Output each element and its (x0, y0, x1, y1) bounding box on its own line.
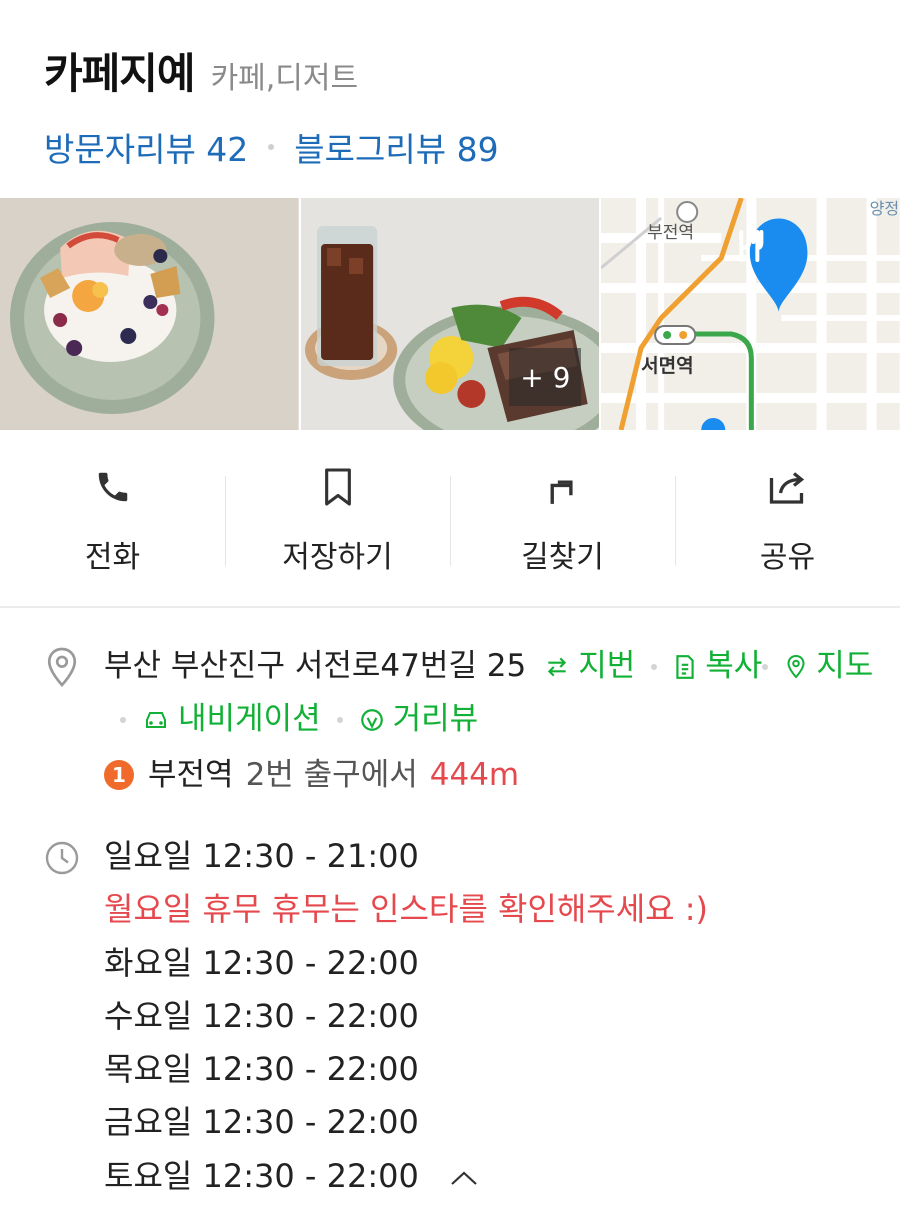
car-icon (146, 711, 166, 728)
separator-dot (651, 663, 658, 670)
subway-info: 1 부전역 2번 출구에서 444m (104, 746, 884, 804)
phone-icon (91, 466, 135, 508)
action-bar: 전화 저장하기 길찾기 공유 (0, 466, 900, 576)
address-text: 부산 부산진구 서전로47번길 25 (104, 648, 527, 684)
photo-map-thumbnail[interactable]: 부전역 서면역 양정 (601, 198, 900, 430)
street-view-label: 거리뷰 (392, 701, 479, 737)
map-label-yangjeong: 양정 (870, 199, 899, 218)
hours-sunday: 일요일 12:30 - 21:00 (104, 837, 419, 875)
chevron-up-icon[interactable] (449, 1151, 479, 1204)
call-label: 전화 (84, 540, 141, 575)
title-row: 카페지예 카페,디저트 (44, 40, 864, 101)
location-pin-icon (44, 646, 80, 687)
subway-distance: 444m (429, 757, 520, 793)
street-view-button[interactable]: 거리뷰 (359, 693, 479, 746)
hours-monday: 월요일 휴무 휴무는 인스타를 확인해주세요 :) (104, 890, 709, 929)
share-icon (766, 466, 810, 508)
map-button[interactable]: 지도 (784, 640, 873, 693)
save-button[interactable]: 저장하기 (225, 466, 450, 576)
jibun-label: 지번 (578, 648, 636, 684)
hours-thursday: 목요일 12:30 - 22:00 (104, 1050, 419, 1089)
map-pin-icon (787, 654, 805, 678)
photo-strip: + 9 부전역 서면역 양정 (0, 198, 900, 430)
place-header: 카페지예 카페,디저트 방문자리뷰 42 블로그리뷰 89 (44, 40, 864, 171)
address-line: 부산 부산진구 서전로47번길 25 지번 복사 지도 내비게이션 거리뷰 (104, 640, 884, 746)
swap-icon (548, 657, 567, 676)
separator-dot (268, 144, 275, 150)
street-view-icon (360, 708, 383, 731)
map-label-bujeon: 부전역 (647, 223, 694, 243)
clock-icon (44, 840, 80, 876)
navigation-label: 내비게이션 (178, 701, 321, 737)
copy-button[interactable]: 복사 (673, 640, 762, 693)
bookmark-icon (316, 466, 360, 508)
hours-tuesday: 화요일 12:30 - 22:00 (104, 943, 419, 982)
separator-dot (120, 716, 126, 723)
separator-dot (762, 663, 769, 670)
more-photos-badge[interactable]: + 9 (509, 348, 582, 406)
map-label-seomyeon: 서면역 (641, 355, 694, 377)
share-button[interactable]: 공유 (675, 466, 900, 576)
hours-wednesday: 수요일 12:30 - 22:00 (104, 996, 419, 1035)
address-section: 부산 부산진구 서전로47번길 25 지번 복사 지도 내비게이션 거리뷰 1 … (44, 640, 884, 804)
navigation-button[interactable]: 내비게이션 (142, 693, 321, 746)
save-label: 저장하기 (282, 540, 393, 575)
share-label: 공유 (759, 540, 816, 575)
copy-icon (676, 654, 694, 679)
copy-label: 복사 (705, 648, 763, 684)
jibun-toggle[interactable]: 지번 (544, 640, 635, 693)
hours-friday: 금요일 12:30 - 22:00 (104, 1103, 419, 1142)
address-row: 부산 부산진구 서전로47번길 25 지번 복사 지도 내비게이션 거리뷰 1 … (44, 640, 884, 804)
business-hours: 일요일 12:30 - 21:00 월요일 휴무 휴무는 인스타를 확인해주세요… (44, 830, 884, 1204)
photo-drink-brunch[interactable]: + 9 (300, 198, 600, 430)
subway-station: 부전역 (148, 757, 234, 793)
map-label: 지도 (816, 648, 874, 684)
call-button[interactable]: 전화 (0, 466, 225, 576)
review-row: 방문자리뷰 42 블로그리뷰 89 (44, 123, 864, 171)
place-category: 카페,디저트 (210, 61, 359, 96)
map-thumbnail-image: 부전역 서면역 양정 (601, 198, 900, 430)
directions-button[interactable]: 길찾기 (450, 466, 675, 576)
separator-dot (336, 716, 343, 723)
photo-dessert[interactable] (0, 198, 299, 430)
hours-saturday-row: 토요일 12:30 - 22:00 (104, 1150, 884, 1205)
place-name: 카페지예 (44, 49, 196, 98)
dessert-photo-image (0, 198, 299, 430)
subway-exit: 2번 출구에서 (245, 757, 418, 793)
visitor-review-link[interactable]: 방문자리뷰 42 (44, 123, 248, 171)
section-divider (0, 606, 900, 608)
subway-line-badge: 1 (104, 760, 134, 790)
directions-icon (541, 466, 585, 508)
hours-saturday: 토요일 12:30 - 22:00 (104, 1156, 419, 1195)
blog-review-link[interactable]: 블로그리뷰 89 (294, 123, 498, 171)
directions-label: 길찾기 (521, 540, 604, 575)
